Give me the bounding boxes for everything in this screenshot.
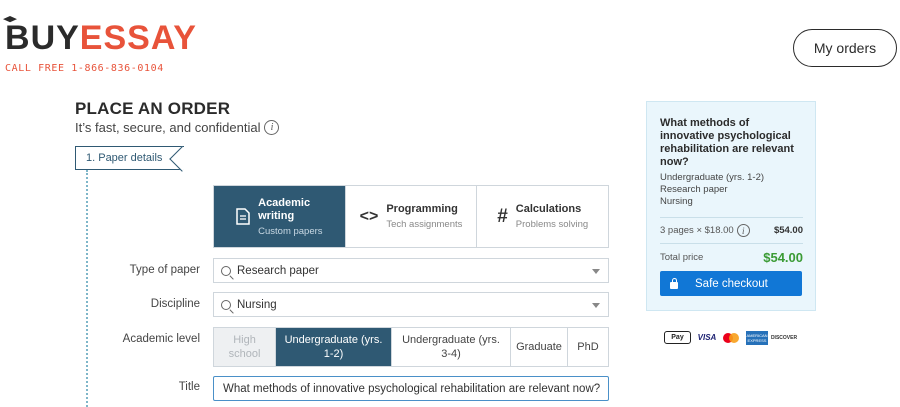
summary-paper-type: Research paper: [660, 184, 728, 195]
type-of-paper-value: Research paper: [237, 264, 319, 277]
summary-discipline: Nursing: [660, 196, 693, 207]
title-input[interactable]: [213, 376, 609, 401]
tab-calculations[interactable]: # Calculations Problems solving: [477, 186, 608, 247]
tab-subtitle: Problems solving: [515, 219, 589, 230]
discipline-label: Discipline: [150, 298, 200, 310]
apple-pay-icon: Pay: [664, 331, 691, 344]
total-amount: $54.00: [763, 250, 803, 265]
type-of-paper-label: Type of paper: [129, 264, 200, 276]
logo-dark-text: UY: [30, 19, 80, 57]
discover-icon: DISCOVER: [770, 334, 798, 341]
level-undergraduate-3-4[interactable]: Undergraduate (yrs. 3-4): [392, 328, 511, 366]
search-icon: [221, 265, 231, 276]
phone-number[interactable]: CALL FREE 1-866-836-0104: [5, 63, 164, 74]
lock-icon: [670, 277, 678, 289]
code-icon: <>: [359, 207, 379, 225]
discipline-select[interactable]: Nursing: [213, 292, 609, 317]
safe-checkout-button[interactable]: Safe checkout: [660, 271, 802, 296]
title-label: Title: [178, 381, 200, 393]
checkout-label: Safe checkout: [695, 277, 768, 290]
level-high-school[interactable]: High school: [214, 328, 276, 366]
search-icon: [221, 299, 231, 310]
order-summary-card: What methods of innovative psychological…: [646, 101, 816, 311]
hash-icon: #: [497, 205, 508, 227]
pages-line: 3 pages × $18.00 i: [660, 224, 750, 237]
tab-title: Calculations: [515, 203, 582, 215]
brand-logo[interactable]: B UY ESSAY: [3, 16, 197, 57]
info-icon[interactable]: i: [264, 120, 280, 135]
level-undergraduate-1-2[interactable]: Undergraduate (yrs. 1-2): [276, 328, 392, 366]
academic-level-options: High school Undergraduate (yrs. 1-2) Und…: [213, 327, 609, 367]
logo-accent-text: ESSAY: [79, 19, 197, 57]
tab-academic-writing[interactable]: Academic writing Custom papers: [214, 186, 346, 247]
step-progress-line: [86, 170, 88, 407]
discipline-value: Nursing: [237, 298, 277, 311]
summary-level: Undergraduate (yrs. 1-2): [660, 172, 765, 183]
page-title: PLACE AN ORDER: [75, 99, 231, 118]
type-of-paper-select[interactable]: Research paper: [213, 258, 609, 283]
summary-total-row: Total price $54.00: [660, 250, 803, 265]
info-icon[interactable]: i: [736, 224, 750, 237]
amex-icon: AMERICAN EXPRESS: [746, 331, 768, 345]
level-graduate[interactable]: Graduate: [511, 328, 568, 366]
document-icon: [236, 208, 250, 225]
chevron-down-icon: [592, 269, 600, 274]
summary-title: What methods of innovative psychological…: [660, 117, 794, 168]
step-paper-details[interactable]: 1. Paper details: [75, 146, 185, 170]
page-subtitle: It’s fast, secure, and confidential i: [75, 120, 280, 135]
step-label: 1. Paper details: [86, 152, 163, 164]
level-phd[interactable]: PhD: [568, 328, 608, 366]
pages-amount: $54.00: [773, 225, 803, 236]
total-label: Total price: [660, 252, 704, 263]
work-type-tabs: Academic writing Custom papers <> Progra…: [213, 185, 609, 248]
tab-subtitle: Tech assignments: [386, 219, 463, 230]
logo-letter: B: [3, 16, 31, 56]
summary-pages-row: 3 pages × $18.00 i $54.00: [660, 224, 803, 237]
tab-subtitle: Custom papers: [258, 225, 323, 237]
divider: [660, 217, 803, 218]
divider: [660, 243, 803, 244]
subtitle-text: It’s fast, secure, and confidential: [75, 120, 261, 135]
visa-icon: VISA: [697, 333, 717, 342]
my-orders-button[interactable]: My orders: [793, 29, 897, 67]
chevron-down-icon: [592, 303, 600, 308]
tab-programming[interactable]: <> Programming Tech assignments: [346, 186, 478, 247]
tab-title: Programming: [386, 203, 458, 215]
tab-title: Academic writing: [258, 196, 311, 222]
mastercard-icon: [723, 331, 741, 344]
academic-level-label: Academic level: [122, 333, 200, 345]
pages-text: 3 pages × $18.00: [660, 225, 734, 236]
summary-details: Undergraduate (yrs. 1-2) Research paper …: [660, 172, 803, 208]
